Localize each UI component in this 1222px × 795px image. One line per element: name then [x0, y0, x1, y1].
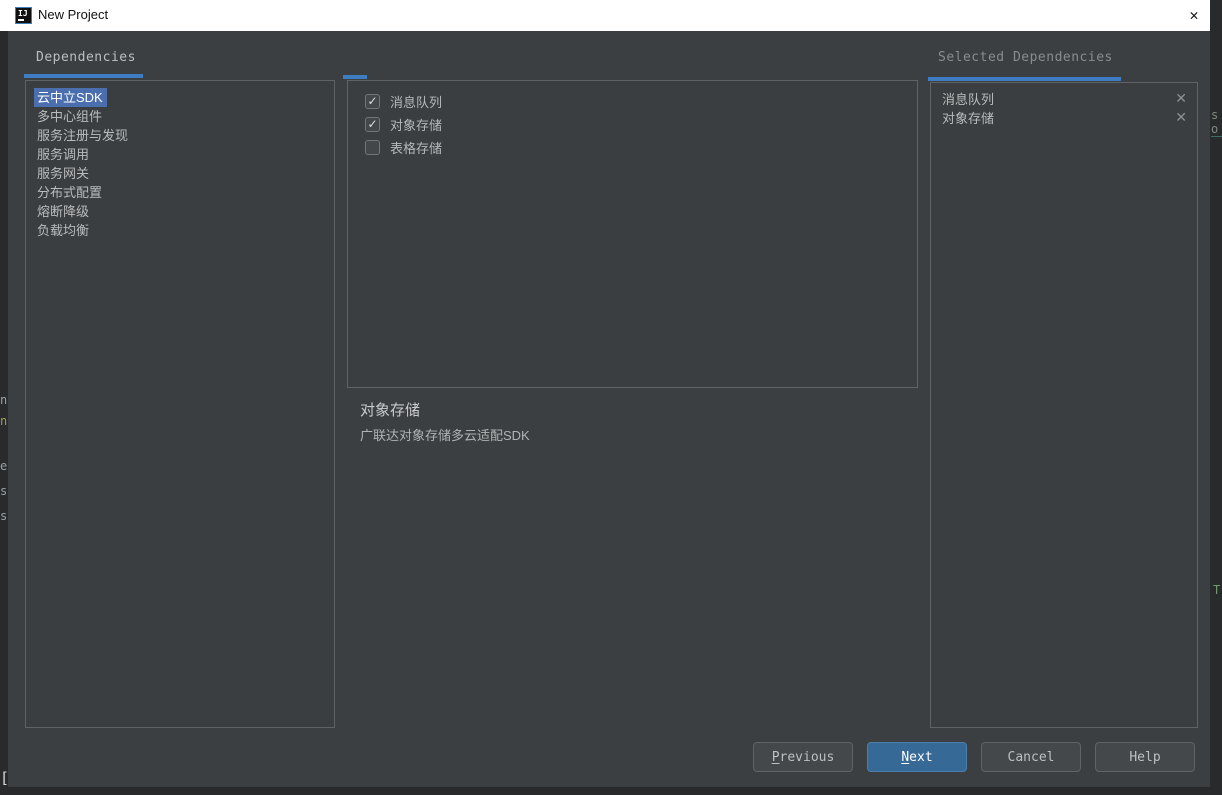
dependencies-header: Dependencies [36, 50, 136, 65]
screen: n n e s s s o T [ IJ New Project ✕ Depen… [0, 0, 1222, 795]
dependency-options-panel: ✓ 消息队列 ✓ 对象存储 表格存储 [347, 80, 918, 388]
checkbox-row[interactable]: 表格存储 [365, 136, 917, 158]
checkbox-checked-icon[interactable]: ✓ [365, 117, 380, 132]
selected-dependency-label: 对象存储 [942, 108, 994, 127]
dependency-category-list: 云中立SDK 多中心组件 服务注册与发现 服务调用 服务网关 分布式配置 熔断降… [25, 80, 335, 728]
bg-text-fragment: s [0, 509, 7, 523]
checkbox-checked-icon[interactable]: ✓ [365, 94, 380, 109]
bg-text-fragment: s [0, 484, 7, 498]
list-item-category[interactable]: 服务网关 [26, 164, 334, 183]
list-item-category[interactable]: 分布式配置 [26, 183, 334, 202]
checkbox-label: 消息队列 [390, 92, 442, 111]
bg-text-fragment: n [0, 414, 7, 428]
list-item-category[interactable]: 云中立SDK [26, 88, 334, 107]
checkbox-label: 对象存储 [390, 115, 442, 134]
bg-text-fragment: n [0, 393, 7, 407]
dialog-footer: Previous Next Cancel Help [753, 742, 1195, 772]
list-item-category[interactable]: 熔断降级 [26, 202, 334, 221]
checkbox-row[interactable]: ✓ 消息队列 [365, 90, 917, 112]
dependencies-tab-indicator [24, 74, 143, 78]
selected-dependencies-header: Selected Dependencies [938, 50, 1113, 65]
bg-text-fragment: e [0, 459, 7, 473]
new-project-dialog: Dependencies Selected Dependencies 云中立SD… [8, 31, 1210, 787]
next-button[interactable]: Next [867, 742, 967, 772]
bg-text-fragment: T [1213, 583, 1220, 597]
list-item-category[interactable]: 服务注册与发现 [26, 126, 334, 145]
previous-button[interactable]: Previous [753, 742, 853, 772]
window-titlebar: IJ New Project ✕ [0, 0, 1210, 31]
remove-icon[interactable]: ✕ [1175, 91, 1187, 107]
help-button[interactable]: Help [1095, 742, 1195, 772]
options-tab-indicator [343, 75, 367, 79]
checkbox-row[interactable]: ✓ 对象存储 [365, 113, 917, 135]
option-detail-title: 对象存储 [360, 399, 420, 420]
list-item-category[interactable]: 多中心组件 [26, 107, 334, 126]
selected-dependency-label: 消息队列 [942, 89, 994, 108]
remove-icon[interactable]: ✕ [1175, 110, 1187, 126]
list-item-category[interactable]: 负载均衡 [26, 221, 334, 240]
list-item-category[interactable]: 服务调用 [26, 145, 334, 164]
bg-text-fragment: s o [1211, 108, 1222, 137]
selected-dependencies-panel: 消息队列 ✕ 对象存储 ✕ [930, 82, 1198, 728]
intellij-logo-icon: IJ [15, 7, 32, 24]
close-icon[interactable]: ✕ [1178, 0, 1210, 31]
option-detail-description: 广联达对象存储多云适配SDK [360, 425, 530, 444]
selected-tab-indicator [928, 77, 1121, 81]
selected-dependency-row: 消息队列 ✕ [931, 89, 1197, 108]
cancel-button[interactable]: Cancel [981, 742, 1081, 772]
selected-dependency-row: 对象存储 ✕ [931, 108, 1197, 127]
window-title: New Project [38, 7, 108, 22]
checkbox-label: 表格存储 [390, 138, 442, 157]
checkbox-unchecked-icon[interactable] [365, 140, 380, 155]
